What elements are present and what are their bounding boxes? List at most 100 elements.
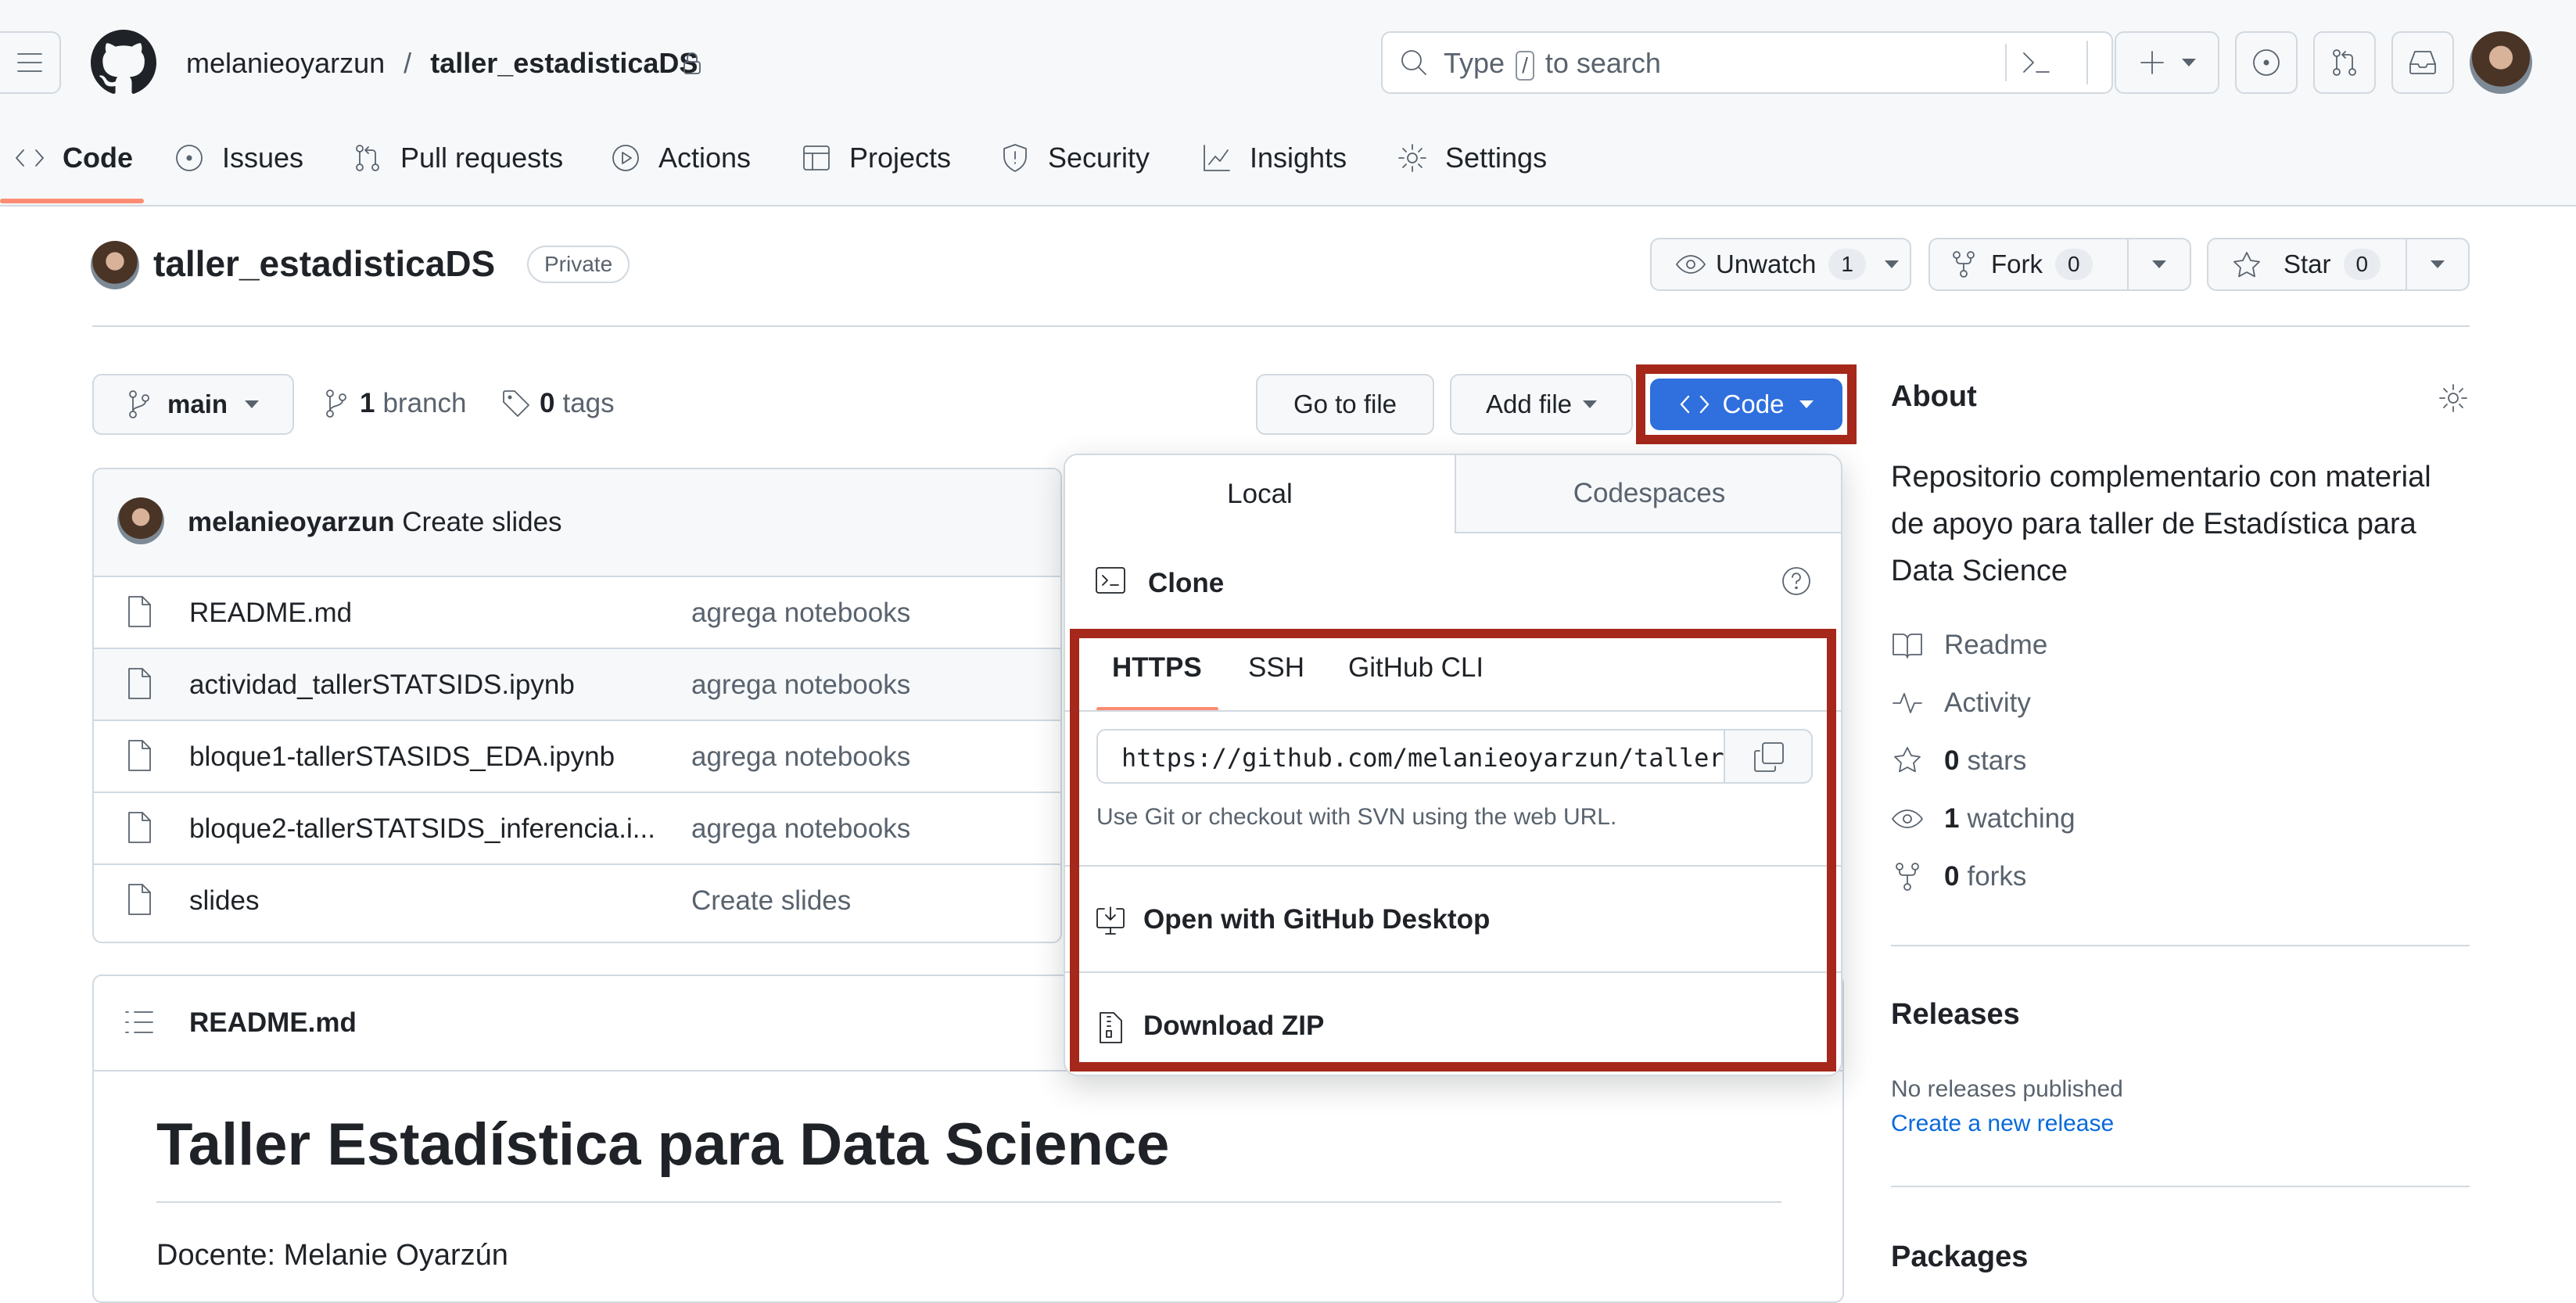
add-file-button[interactable]: Add file: [1450, 374, 1633, 435]
commit-author-avatar[interactable]: [117, 497, 164, 544]
go-to-file-button[interactable]: Go to file: [1256, 374, 1434, 435]
visibility-badge: Private: [527, 246, 630, 283]
breadcrumb-owner[interactable]: melanieoyarzun: [186, 47, 385, 79]
about-description: Repositorio complementario con material …: [1891, 461, 2431, 587]
file-icon: [128, 740, 151, 771]
stars-link[interactable]: 0 stars: [1891, 741, 2026, 781]
unwatch-button[interactable]: Unwatch 1: [1650, 238, 1911, 291]
inbox-button[interactable]: [2391, 31, 2454, 94]
chevron-down-icon: [2431, 260, 2445, 268]
file-row[interactable]: actividad_tallerSTATSIDS.ipynb agrega no…: [94, 648, 1060, 721]
issue-icon: [2253, 49, 2280, 76]
repo-title[interactable]: taller_estadisticaDS: [153, 242, 495, 285]
gear-icon[interactable]: [2437, 382, 2470, 415]
tag-label: tags: [562, 388, 615, 418]
forks-count: 0: [1944, 861, 1960, 892]
breadcrumb-separator: /: [404, 47, 412, 79]
commit-author[interactable]: melanieoyarzun: [188, 507, 395, 537]
fork-dropdown-button[interactable]: [2127, 238, 2191, 291]
inbox-icon: [2409, 51, 2436, 74]
tab-insights[interactable]: Insights: [1201, 135, 1347, 181]
tab-issues[interactable]: Issues: [174, 135, 303, 181]
tab-projects[interactable]: Projects: [801, 135, 951, 181]
tab-security[interactable]: Security: [999, 135, 1150, 181]
menu-button[interactable]: [0, 31, 61, 94]
branch-label: branch: [382, 388, 467, 418]
chevron-down-icon: [2182, 59, 2196, 66]
tab-codespaces[interactable]: Codespaces: [1455, 455, 1841, 533]
pull-requests-button[interactable]: [2313, 31, 2376, 94]
star-icon: [2233, 252, 2260, 278]
file-name[interactable]: bloque1-tallerSTASIDS_EDA.ipynb: [189, 741, 615, 773]
file-commit-message[interactable]: agrega notebooks: [691, 741, 910, 773]
packages-heading[interactable]: Packages: [1891, 1240, 2028, 1274]
file-icon: [128, 668, 151, 699]
pulse-icon: [1893, 693, 1922, 713]
readme-link[interactable]: Readme: [1891, 626, 2047, 665]
tab-pull-requests[interactable]: Pull requests: [352, 135, 563, 181]
github-logo[interactable]: [91, 30, 156, 95]
tab-projects-label: Projects: [849, 142, 952, 174]
shield-icon: [1003, 144, 1027, 172]
breadcrumb-repo[interactable]: taller_estadisticaDS: [430, 47, 698, 79]
tab-local[interactable]: Local: [1065, 455, 1456, 533]
file-row[interactable]: README.md agrega notebooks: [94, 576, 1060, 649]
forks-label: forks: [1967, 861, 2027, 892]
branch-selector[interactable]: main: [92, 374, 294, 435]
file-icon: [128, 596, 151, 627]
add-file-label: Add file: [1485, 389, 1573, 418]
search-input[interactable]: Type / to search: [1381, 31, 2113, 94]
star-label: Star: [2284, 249, 2331, 278]
tab-actions[interactable]: Actions: [610, 135, 751, 181]
hamburger-icon: [17, 53, 42, 72]
star-button[interactable]: Star 0: [2207, 238, 2407, 291]
chevron-down-icon[interactable]: [1884, 260, 1899, 268]
readme-header[interactable]: README.md: [189, 1007, 357, 1039]
help-icon[interactable]: [1780, 565, 1813, 598]
tab-insights-label: Insights: [1250, 142, 1347, 174]
terminal-icon: [1096, 567, 1125, 594]
watching-link[interactable]: 1 watching: [1891, 799, 2076, 838]
releases-heading[interactable]: Releases: [1891, 998, 2020, 1032]
fork-icon: [1953, 251, 1975, 278]
file-commit-message[interactable]: agrega notebooks: [691, 813, 910, 845]
fork-button[interactable]: Fork 0: [1928, 238, 2129, 291]
unwatch-label: Unwatch: [1716, 249, 1817, 278]
user-avatar[interactable]: [2470, 31, 2532, 94]
file-name[interactable]: bloque2-tallerSTATSIDS_inferencia.i...: [189, 813, 655, 845]
tags-link[interactable]: 0 tags: [500, 388, 615, 419]
issues-button[interactable]: [2235, 31, 2298, 94]
file-row[interactable]: slides Create slides: [94, 863, 1060, 937]
tab-issues-label: Issues: [222, 142, 304, 174]
app-header: melanieoyarzun / taller_estadisticaDS Ty…: [0, 0, 2576, 206]
tab-code[interactable]: Code: [14, 135, 133, 181]
list-icon[interactable]: [124, 1009, 155, 1036]
file-commit-message[interactable]: agrega notebooks: [691, 669, 910, 701]
file-commit-message[interactable]: Create slides: [691, 885, 851, 917]
tab-settings[interactable]: Settings: [1397, 135, 1547, 181]
file-row[interactable]: bloque2-tallerSTATSIDS_inferencia.i... a…: [94, 791, 1060, 865]
create-release-link[interactable]: Create a new release: [1891, 1111, 2114, 1137]
code-icon: [16, 149, 44, 167]
file-name[interactable]: README.md: [189, 598, 352, 629]
search-icon: [1401, 50, 1426, 75]
pull-request-icon: [356, 145, 379, 171]
file-commit-message[interactable]: agrega notebooks: [691, 598, 910, 629]
star-dropdown-button[interactable]: [2406, 238, 2470, 291]
eye-icon: [1892, 809, 1923, 828]
create-new-button[interactable]: [2115, 31, 2219, 94]
readme-link-label: Readme: [1944, 630, 2048, 660]
sidebar-divider: [1891, 945, 2470, 946]
file-icon: [128, 812, 151, 843]
forks-link[interactable]: 0 forks: [1891, 857, 2026, 896]
commit-message[interactable]: Create slides: [402, 507, 561, 537]
file-row[interactable]: bloque1-tallerSTASIDS_EDA.ipynb agrega n…: [94, 720, 1060, 793]
command-palette-icon[interactable]: [2019, 47, 2052, 78]
file-name[interactable]: actividad_tallerSTATSIDS.ipynb: [189, 669, 575, 701]
activity-link[interactable]: Activity: [1891, 684, 2031, 723]
go-to-file-label: Go to file: [1293, 389, 1397, 418]
branches-link[interactable]: 1 branch: [324, 388, 467, 419]
readme-title-rule: [156, 1201, 1781, 1203]
file-name[interactable]: slides: [189, 885, 259, 917]
tab-security-label: Security: [1048, 142, 1150, 174]
